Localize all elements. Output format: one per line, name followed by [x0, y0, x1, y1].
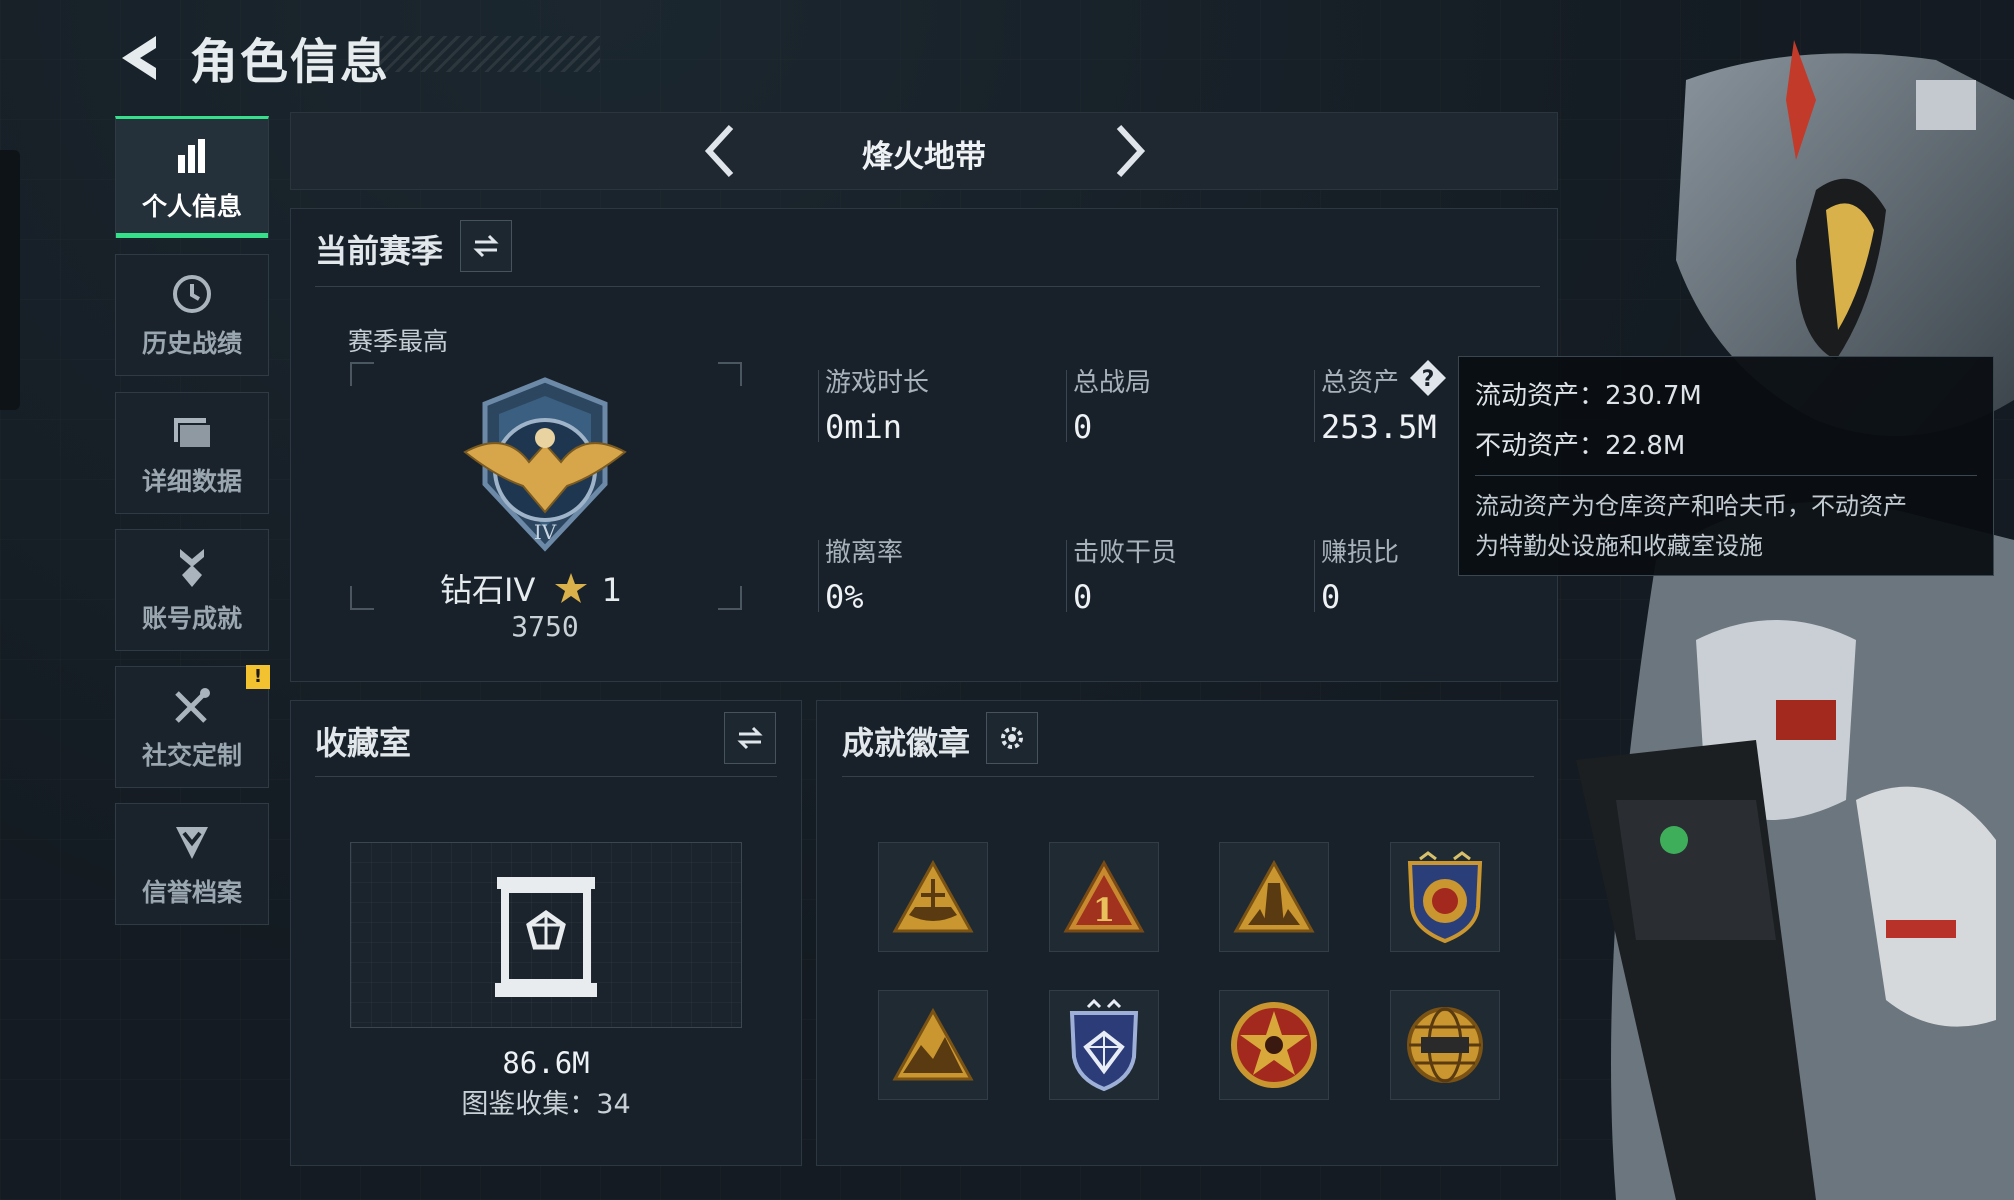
- tools-icon: [168, 682, 216, 730]
- triangle-one-badge[interactable]: 1: [1049, 842, 1159, 952]
- triangle-ship-badge[interactable]: [878, 842, 988, 952]
- stat-value-play-time: 0min: [825, 408, 903, 446]
- stat-value-total-matches: 0: [1073, 408, 1093, 446]
- svg-text:1: 1: [1093, 891, 1115, 929]
- nav-label: 详细数据: [141, 467, 242, 496]
- svg-text:IV: IV: [534, 520, 557, 544]
- notification-badge: !: [246, 665, 270, 689]
- rank-name-row: 钻石IV 1: [440, 565, 622, 611]
- rank-name: 钻石IV: [440, 571, 536, 609]
- stat-label-total-matches: 总战局: [1073, 368, 1152, 398]
- collection-title: 收藏室: [315, 724, 412, 762]
- tooltip-description-line1: 流动资产为仓库资产和哈夫币，不动资产: [1475, 492, 1907, 520]
- nav-label: 个人信息: [141, 192, 242, 221]
- display-case-icon: [495, 877, 597, 997]
- stat-divider: [1066, 370, 1067, 442]
- nav-item-social[interactable]: 社交定制 !: [115, 665, 270, 788]
- stat-label-kills: 击败干员: [1073, 538, 1178, 568]
- stat-label-extract-rate: 撤离率: [825, 538, 904, 568]
- tooltip-divider: [1475, 475, 1977, 476]
- stat-label-profit-ratio: 赚损比: [1321, 538, 1400, 568]
- rank-stars: 1: [601, 571, 623, 609]
- stat-value-kills: 0: [1073, 578, 1093, 616]
- nav-label: 历史战绩: [141, 329, 242, 358]
- divider: [842, 776, 1534, 777]
- back-button[interactable]: [112, 28, 172, 88]
- nav-item-history[interactable]: 历史战绩: [115, 254, 269, 376]
- triangle-mountain-badge[interactable]: [878, 990, 988, 1100]
- stat-value-extract-rate: 0%: [825, 578, 864, 616]
- rank-score: 3750: [511, 610, 579, 643]
- collection-switch-button[interactable]: [724, 712, 776, 764]
- back-arrow-icon: [122, 36, 156, 80]
- stat-divider: [1066, 540, 1067, 612]
- nav-item-reputation[interactable]: 信誉档案: [115, 803, 269, 925]
- frame-corner: [718, 362, 742, 386]
- collection-count: 图鉴收集：34: [461, 1089, 631, 1120]
- medal-icon: [168, 545, 216, 593]
- season-best-label: 赛季最高: [348, 327, 449, 356]
- season-title: 当前赛季: [315, 232, 444, 270]
- mode-selector: 烽火地带: [290, 112, 1558, 190]
- crest-shield-badge[interactable]: [1390, 842, 1500, 952]
- collection-value: 86.6M: [502, 1046, 590, 1080]
- stat-label-total-assets: 总资产: [1321, 368, 1400, 398]
- mode-title: 烽火地带: [862, 139, 986, 175]
- stat-divider: [818, 370, 819, 442]
- badges-settings-button[interactable]: [986, 712, 1038, 764]
- divider: [315, 776, 777, 777]
- swap-icon: [737, 726, 763, 750]
- stat-value-profit-ratio: 0: [1321, 578, 1341, 616]
- globe-2025-badge[interactable]: [1390, 990, 1500, 1100]
- chevron-right-icon: [1116, 124, 1146, 178]
- stat-divider: [1314, 540, 1315, 612]
- edge-tab: [0, 150, 20, 410]
- star-icon: [554, 573, 587, 603]
- folders-icon: [168, 408, 216, 456]
- tooltip-fixed-assets: 不动资产：22.8M: [1475, 431, 1686, 461]
- next-mode-button[interactable]: [1097, 121, 1157, 181]
- stat-divider: [818, 540, 819, 612]
- gear-icon: [1001, 727, 1023, 749]
- diamond-shield-badge[interactable]: [1049, 990, 1159, 1100]
- assets-tooltip: 流动资产：230.7M 不动资产：22.8M 流动资产为仓库资产和哈夫币，不动资…: [1458, 356, 1994, 576]
- triangle-tower-badge[interactable]: [1219, 842, 1329, 952]
- frame-corner: [718, 586, 742, 610]
- nav-item-achievements[interactable]: 账号成就: [115, 529, 269, 651]
- clock-icon: [168, 270, 216, 318]
- frame-corner: [350, 586, 374, 610]
- svg-text:?: ?: [1422, 367, 1435, 392]
- nav-label: 信誉档案: [141, 878, 242, 907]
- badges-title: 成就徽章: [842, 724, 971, 762]
- swap-icon: [473, 234, 499, 258]
- bar-chart-icon: [168, 133, 216, 181]
- nav-label: 社交定制: [141, 741, 242, 770]
- nav-item-details[interactable]: 详细数据: [115, 392, 269, 514]
- star-skull-badge[interactable]: [1219, 990, 1329, 1100]
- rank-emblem-icon: IV: [463, 377, 627, 552]
- nav-label: 账号成就: [141, 604, 242, 633]
- frame-corner: [350, 362, 374, 386]
- operator-character-art: [1576, 40, 2014, 1200]
- help-icon[interactable]: ?: [1408, 358, 1448, 398]
- page-title: 角色信息: [190, 34, 391, 90]
- season-switch-button[interactable]: [460, 220, 512, 272]
- divider: [315, 286, 1540, 287]
- stat-divider: [1314, 370, 1315, 442]
- title-decoration: [380, 36, 600, 72]
- tooltip-description-line2: 为特勤处设施和收藏室设施: [1475, 532, 1763, 560]
- nav-item-personal-info[interactable]: 个人信息: [115, 116, 269, 238]
- collection-showcase[interactable]: [350, 842, 742, 1028]
- stat-value-total-assets: 253.5M: [1321, 408, 1437, 446]
- stat-label-play-time: 游戏时长: [825, 368, 930, 398]
- shield-chevron-icon: [168, 819, 216, 867]
- tooltip-liquid-assets: 流动资产：230.7M: [1475, 381, 1702, 411]
